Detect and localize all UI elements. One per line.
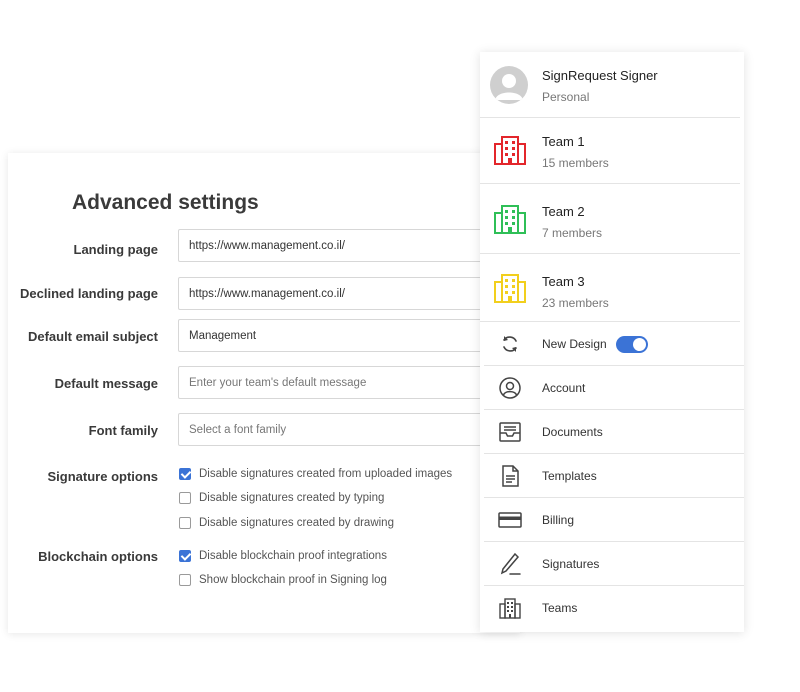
blockchain-option-signing-log[interactable]: Show blockchain proof in Signing log — [179, 574, 387, 586]
checkbox[interactable] — [179, 574, 191, 586]
checkbox-label: Disable blockchain proof integrations — [199, 550, 387, 562]
menu-item-label: Account — [542, 381, 586, 395]
blockchain-options-label: Blockchain options — [38, 549, 158, 564]
menu-item-label: New Design — [542, 337, 607, 351]
menu-item-new-design[interactable]: New Design — [484, 322, 744, 366]
declined-landing-page-input[interactable]: https://www.management.co.il/ — [178, 277, 508, 310]
signature-option-typing[interactable]: Disable signatures created by typing — [179, 492, 384, 504]
checkbox[interactable] — [179, 517, 191, 529]
avatar — [490, 66, 528, 104]
settings-title: Advanced settings — [72, 191, 259, 214]
default-email-subject-label: Default email subject — [27, 329, 158, 344]
checkbox-checked[interactable] — [179, 468, 191, 480]
team-name: Team 1 — [542, 134, 585, 149]
menu-item-label: Documents — [542, 425, 603, 439]
building-icon — [494, 136, 526, 165]
inbox-icon — [499, 422, 521, 442]
menu-item-label: Billing — [542, 513, 575, 527]
menu-item-documents[interactable]: Documents — [484, 410, 744, 454]
advanced-settings-card: Advanced settings Landing page https://w… — [8, 153, 520, 633]
default-message-label: Default message — [54, 376, 158, 391]
blockchain-option-proof-integrations[interactable]: Disable blockchain proof integrations — [179, 550, 387, 562]
declined-landing-page-label: Declined landing page — [20, 286, 158, 301]
font-family-label: Font family — [88, 423, 158, 438]
default-email-subject-input[interactable]: Management — [178, 319, 508, 352]
team-name: Team 3 — [542, 274, 585, 289]
menu-item-signatures[interactable]: Signatures — [484, 542, 744, 586]
profile-sub: Personal — [542, 90, 590, 104]
menu-item-templates[interactable]: Templates — [484, 454, 744, 498]
menu-item-label: Signatures — [542, 557, 600, 571]
credit-card-icon — [498, 512, 522, 528]
user-icon — [499, 377, 521, 399]
menu-item-teams[interactable]: Teams — [484, 586, 744, 630]
checkbox-label: Show blockchain proof in Signing log — [199, 574, 387, 586]
pen-icon — [500, 552, 521, 575]
profile-name: SignRequest Signer — [542, 68, 658, 83]
refresh-icon — [503, 336, 517, 352]
checkbox-label: Disable signatures created from uploaded… — [199, 468, 453, 480]
profile-item-team-1[interactable]: Team 1 15 members — [480, 118, 740, 184]
buildings-icon — [499, 598, 521, 619]
new-design-toggle[interactable] — [616, 336, 648, 353]
profile-item-team-3[interactable]: Team 3 23 members — [480, 254, 740, 322]
font-family-select-text: Select a font family — [189, 423, 287, 436]
menu-item-billing[interactable]: Billing — [484, 498, 744, 542]
landing-page-input[interactable]: https://www.management.co.il/ — [178, 229, 508, 262]
signature-option-drawing[interactable]: Disable signatures created by drawing — [179, 517, 394, 529]
team-members: 7 members — [542, 226, 603, 240]
account-dropdown-menu: SignRequest Signer Personal Team 1 15 me… — [480, 52, 744, 632]
app-stage: Advanced settings Landing page https://w… — [0, 0, 800, 692]
team-members: 15 members — [542, 156, 609, 170]
profile-item-team-2[interactable]: Team 2 7 members — [480, 184, 740, 254]
building-icon — [494, 274, 526, 303]
default-message-input[interactable]: Enter your team's default message — [178, 366, 508, 399]
signature-options-label: Signature options — [47, 469, 159, 484]
checkbox[interactable] — [179, 492, 191, 504]
menu-item-account[interactable]: Account — [484, 366, 744, 410]
document-icon — [502, 465, 519, 487]
menu-item-label: Templates — [542, 469, 597, 483]
checkbox-label: Disable signatures created by drawing — [199, 517, 394, 529]
landing-page-label: Landing page — [73, 242, 159, 257]
checkbox-checked[interactable] — [179, 550, 191, 562]
building-icon — [494, 205, 526, 234]
signature-option-uploaded[interactable]: Disable signatures created from uploaded… — [179, 468, 452, 480]
font-family-select[interactable]: Select a font family — [178, 413, 508, 446]
team-members: 23 members — [542, 296, 609, 310]
checkbox-label: Disable signatures created by typing — [199, 492, 385, 504]
profile-item-personal[interactable]: SignRequest Signer Personal — [480, 52, 740, 118]
toggle-knob — [633, 338, 646, 351]
team-name: Team 2 — [542, 204, 585, 219]
menu-item-label: Teams — [542, 601, 578, 615]
